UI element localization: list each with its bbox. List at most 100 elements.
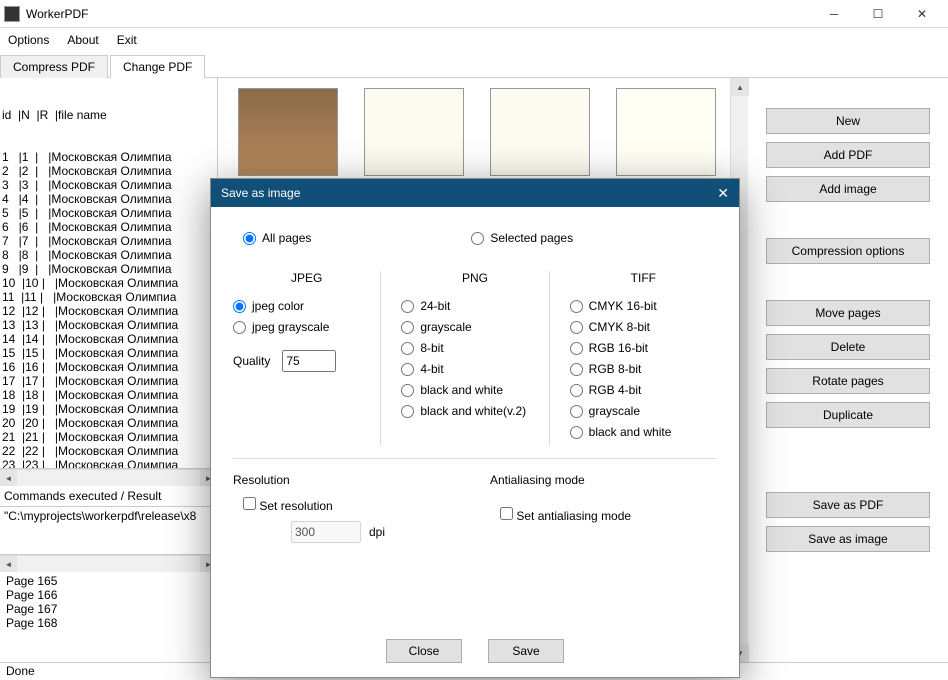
table-row[interactable]: 21 |21 | |Московская Олимпиа [2,430,215,444]
table-row[interactable]: 1 |1 | |Московская Олимпиа [2,150,215,164]
status-text: Done [6,664,35,678]
resolution-group: Resolution Set resolution dpi [233,473,460,543]
dialog-title: Save as image [221,186,717,200]
selected-pages-radio[interactable]: Selected pages [471,231,573,245]
commands-label: Commands executed / Result [0,486,217,507]
tiff-bw-radio[interactable]: black and white [570,425,717,439]
tiff-grayscale-radio[interactable]: grayscale [570,404,717,418]
menu-about[interactable]: About [67,33,98,47]
page-list[interactable]: Page 165 Page 166 Page 167 Page 168 [0,572,217,662]
jpeg-heading: JPEG [233,271,380,285]
table-row[interactable]: 6 |6 | |Московская Олимпиа [2,220,215,234]
move-pages-button[interactable]: Move pages [766,300,930,326]
menu-options[interactable]: Options [8,33,49,47]
add-image-button[interactable]: Add image [766,176,930,202]
table-row[interactable]: 11 |11 | |Московская Олимпиа [2,290,215,304]
minimize-button[interactable]: ─ [812,0,856,28]
scroll-up-icon[interactable]: ▲ [731,78,749,96]
commands-hscroll[interactable]: ◄► [0,555,217,572]
save-as-image-button[interactable]: Save as image [766,526,930,552]
table-row[interactable]: 17 |17 | |Московская Олимпиа [2,374,215,388]
set-antialiasing-checkbox[interactable]: Set antialiasing mode [500,509,631,523]
tiff-cmyk16-radio[interactable]: CMYK 16-bit [570,299,717,313]
antialiasing-legend: Antialiasing mode [490,473,717,487]
table-row[interactable]: 20 |20 | |Московская Олимпиа [2,416,215,430]
list-item[interactable]: Page 167 [6,602,211,616]
tiff-rgb16-radio[interactable]: RGB 16-bit [570,341,717,355]
compression-options-button[interactable]: Compression options [766,238,930,264]
png-grayscale-radio[interactable]: grayscale [401,320,548,334]
duplicate-button[interactable]: Duplicate [766,402,930,428]
page-thumbnail[interactable] [238,88,338,176]
jpeg-color-radio[interactable]: jpeg color [233,299,380,313]
all-pages-radio[interactable]: All pages [243,231,311,245]
window-title: WorkerPDF [26,7,812,21]
table-row[interactable]: 13 |13 | |Московская Олимпиа [2,318,215,332]
table-row[interactable]: 14 |14 | |Московская Олимпиа [2,332,215,346]
list-item[interactable]: Page 165 [6,574,211,588]
png-bw2-radio[interactable]: black and white(v.2) [401,404,548,418]
table-row[interactable]: 5 |5 | |Московская Олимпиа [2,206,215,220]
save-as-image-dialog: Save as image ✕ All pages Selected pages… [210,178,740,678]
png-bw-radio[interactable]: black and white [401,383,548,397]
dialog-close-button[interactable]: Close [386,639,462,663]
table-row[interactable]: 12 |12 | |Московская Олимпиа [2,304,215,318]
table-row[interactable]: 15 |15 | |Московская Олимпиа [2,346,215,360]
table-row[interactable]: 9 |9 | |Московская Олимпиа [2,262,215,276]
table-row[interactable]: 22 |22 | |Московская Олимпиа [2,444,215,458]
table-row[interactable]: 16 |16 | |Московская Олимпиа [2,360,215,374]
antialiasing-group: Antialiasing mode Set antialiasing mode [490,473,717,543]
quality-label: Quality [233,354,270,368]
table-row[interactable]: 7 |7 | |Московская Олимпиа [2,234,215,248]
quality-input[interactable] [282,350,336,372]
table-row[interactable]: 2 |2 | |Московская Олимпиа [2,164,215,178]
rotate-pages-button[interactable]: Rotate pages [766,368,930,394]
left-column: id |N |R |file name 1 |1 | |Московская О… [0,78,218,662]
table-row[interactable]: 19 |19 | |Московская Олимпиа [2,402,215,416]
table-row[interactable]: 10 |10 | |Московская Олимпиа [2,276,215,290]
right-toolbar: New Add PDF Add image Compression option… [748,78,948,662]
file-list[interactable]: id |N |R |file name 1 |1 | |Московская О… [0,78,217,469]
tiff-rgb8-radio[interactable]: RGB 8-bit [570,362,717,376]
file-list-hscroll[interactable]: ◄► [0,469,217,486]
add-pdf-button[interactable]: Add PDF [766,142,930,168]
table-row[interactable]: 8 |8 | |Московская Олимпиа [2,248,215,262]
list-item[interactable]: Page 166 [6,588,211,602]
delete-button[interactable]: Delete [766,334,930,360]
table-row[interactable]: 4 |4 | |Московская Олимпиа [2,192,215,206]
table-row[interactable]: 18 |18 | |Московская Олимпиа [2,388,215,402]
tab-change-pdf[interactable]: Change PDF [110,55,205,78]
jpeg-column: JPEG jpeg color jpeg grayscale Quality [233,271,380,446]
dialog-close-icon[interactable]: ✕ [717,185,729,202]
list-item[interactable]: Page 168 [6,616,211,630]
dialog-title-bar[interactable]: Save as image ✕ [211,179,739,207]
resolution-legend: Resolution [233,473,460,487]
page-thumbnail[interactable] [364,88,464,176]
new-button[interactable]: New [766,108,930,134]
table-row[interactable]: 3 |3 | |Московская Олимпиа [2,178,215,192]
dialog-save-button[interactable]: Save [488,639,564,663]
tab-strip: Compress PDF Change PDF [0,54,948,78]
title-bar: WorkerPDF ─ ☐ ✕ [0,0,948,28]
page-thumbnail[interactable] [490,88,590,176]
png-4bit-radio[interactable]: 4-bit [401,362,548,376]
dpi-input[interactable] [291,521,361,543]
page-thumbnail[interactable] [616,88,716,176]
tiff-column: TIFF CMYK 16-bit CMYK 8-bit RGB 16-bit R… [549,271,717,446]
menu-bar: Options About Exit [0,28,948,52]
set-resolution-checkbox[interactable]: Set resolution [243,499,333,513]
png-8bit-radio[interactable]: 8-bit [401,341,548,355]
tiff-cmyk8-radio[interactable]: CMYK 8-bit [570,320,717,334]
table-row[interactable]: 23 |23 | |Московская Олимпиа [2,458,215,469]
close-button[interactable]: ✕ [900,0,944,28]
tiff-rgb4-radio[interactable]: RGB 4-bit [570,383,717,397]
tab-compress-pdf[interactable]: Compress PDF [0,55,108,78]
png-24bit-radio[interactable]: 24-bit [401,299,548,313]
png-column: PNG 24-bit grayscale 8-bit 4-bit black a… [380,271,548,446]
dpi-unit: dpi [369,525,385,539]
menu-exit[interactable]: Exit [117,33,137,47]
save-as-pdf-button[interactable]: Save as PDF [766,492,930,518]
jpeg-grayscale-radio[interactable]: jpeg grayscale [233,320,380,334]
commands-output[interactable]: "C:\myprojects\workerpdf\release\x8 [0,507,217,555]
maximize-button[interactable]: ☐ [856,0,900,28]
